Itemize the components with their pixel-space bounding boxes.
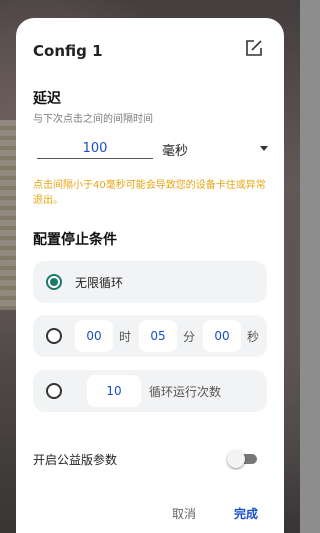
delay-input[interactable]: 100: [37, 139, 153, 159]
minutes-input[interactable]: 05: [139, 320, 177, 352]
delay-warning: 点击间隔小于40毫秒可能会导致您的设备卡住或异常退出。: [33, 180, 266, 206]
loop-count-label: 循环运行次数: [149, 385, 222, 399]
delay-hint: 与下次点击之间的间隔时间: [33, 114, 153, 125]
unit-select[interactable]: 毫秒: [162, 139, 270, 159]
config-dialog: Config 1 延迟 与下次点击之间的间隔时间 100 毫秒 点击间隔小于40…: [16, 18, 284, 533]
hours-unit: 时: [119, 330, 132, 344]
delay-heading: 延迟: [33, 91, 61, 107]
unit-label: 毫秒: [162, 144, 189, 159]
radio-infinite-loop[interactable]: [46, 274, 62, 290]
stop-heading: 配置停止条件: [33, 232, 117, 248]
infinite-loop-label: 无限循环: [75, 276, 124, 290]
done-button[interactable]: 完成: [234, 505, 258, 522]
radio-loop-count[interactable]: [46, 383, 62, 399]
dialog-title: Config 1: [33, 42, 103, 60]
public-params-toggle[interactable]: [227, 450, 257, 468]
option-loop-count[interactable]: 10 循环运行次数: [33, 370, 267, 412]
dropdown-icon: [260, 146, 268, 151]
hours-input[interactable]: 00: [75, 320, 113, 352]
seconds-unit: 秒: [247, 330, 260, 344]
loop-count-input[interactable]: 10: [87, 375, 141, 407]
public-params-label: 开启公益版参数: [33, 453, 118, 467]
cancel-button[interactable]: 取消: [172, 505, 196, 522]
edit-icon[interactable]: [244, 38, 264, 58]
option-timer[interactable]: 00 时 05 分 00 秒: [33, 315, 267, 357]
toggle-thumb: [227, 450, 245, 468]
seconds-input[interactable]: 00: [203, 320, 241, 352]
radio-timer[interactable]: [46, 328, 62, 344]
minutes-unit: 分: [183, 330, 196, 344]
option-infinite-loop[interactable]: 无限循环: [33, 261, 267, 303]
